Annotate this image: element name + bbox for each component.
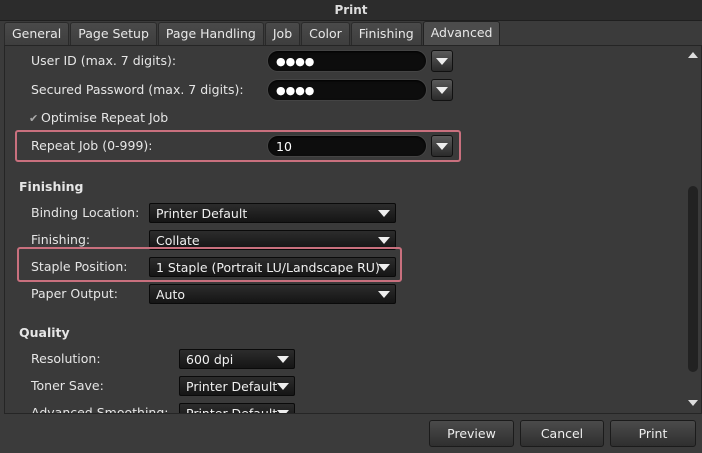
chevron-down-icon [277,356,289,363]
repeat-job-label: Repeat Job (0-999): [31,138,153,153]
resolution-value: 600 dpi [186,352,234,367]
binding-location-value: Printer Default [156,206,248,221]
chevron-down-icon [378,210,390,217]
password-field[interactable]: ●●●● [267,79,427,101]
repeat-job-dropdown-button[interactable] [431,135,453,157]
checkmark-icon: ✔ [29,112,39,125]
advanced-smoothing-select[interactable]: Printer Default [179,403,295,414]
scroll-down-arrow-icon[interactable] [688,400,698,406]
staple-position-label: Staple Position: [31,259,128,274]
scroll-up-arrow-icon[interactable] [688,52,698,58]
chevron-down-icon [436,143,448,150]
resolution-label: Resolution: [31,351,101,366]
advanced-panel: User ID (max. 7 digits): ●●●● Secured Pa… [4,45,702,414]
advanced-smoothing-label: Advanced Smoothing: [31,405,169,414]
chevron-down-icon [436,87,448,94]
finishing-heading: Finishing [19,179,84,194]
binding-location-label: Binding Location: [31,205,140,220]
toner-save-value: Printer Default [186,379,278,394]
chevron-down-icon [436,58,448,65]
chevron-down-icon [277,410,289,413]
preview-button[interactable]: Preview [429,420,514,447]
tab-advanced[interactable]: Advanced [422,21,501,46]
toner-save-select[interactable]: Printer Default [179,376,295,396]
paper-output-label: Paper Output: [31,286,119,301]
tab-page-handling[interactable]: Page Handling [157,22,264,45]
window-title: Print [0,0,702,21]
tab-finishing[interactable]: Finishing [350,22,422,45]
advanced-smoothing-value: Printer Default [186,406,278,414]
repeat-job-field[interactable]: 10 [267,135,427,157]
chevron-down-icon [277,383,289,390]
toner-save-label: Toner Save: [31,378,104,393]
resolution-select[interactable]: 600 dpi [179,349,295,369]
cancel-button[interactable]: Cancel [520,420,604,447]
paper-output-value: Auto [156,287,186,302]
finishing-value: Collate [156,233,200,248]
tab-general[interactable]: General [4,22,70,45]
user-id-dropdown-button[interactable] [431,50,453,72]
tab-job[interactable]: Job [264,22,301,45]
password-label: Secured Password (max. 7 digits): [31,82,244,97]
print-button[interactable]: Print [610,420,696,447]
chevron-down-icon [378,291,390,298]
quality-heading: Quality [19,325,70,340]
staple-position-select[interactable]: 1 Staple (Portrait LU/Landscape RU) [149,257,396,277]
binding-location-select[interactable]: Printer Default [149,203,396,223]
optimise-repeat-job-checkbox[interactable]: ✔ Optimise Repeat Job [29,107,168,129]
user-id-field[interactable]: ●●●● [267,50,427,72]
scrollbar-thumb[interactable] [688,186,698,372]
paper-output-select[interactable]: Auto [149,284,396,304]
chevron-down-icon [378,237,390,244]
staple-position-value: 1 Staple (Portrait LU/Landscape RU) [156,260,380,275]
tab-color[interactable]: Color [301,22,350,45]
vertical-scrollbar[interactable] [687,48,699,410]
optimise-repeat-job-label: Optimise Repeat Job [41,110,169,125]
tab-bar: General Page Setup Page Handling Job Col… [4,21,501,46]
tab-page-setup[interactable]: Page Setup [70,22,157,45]
user-id-label: User ID (max. 7 digits): [31,53,177,68]
password-dropdown-button[interactable] [431,79,453,101]
chevron-down-icon [378,264,390,271]
